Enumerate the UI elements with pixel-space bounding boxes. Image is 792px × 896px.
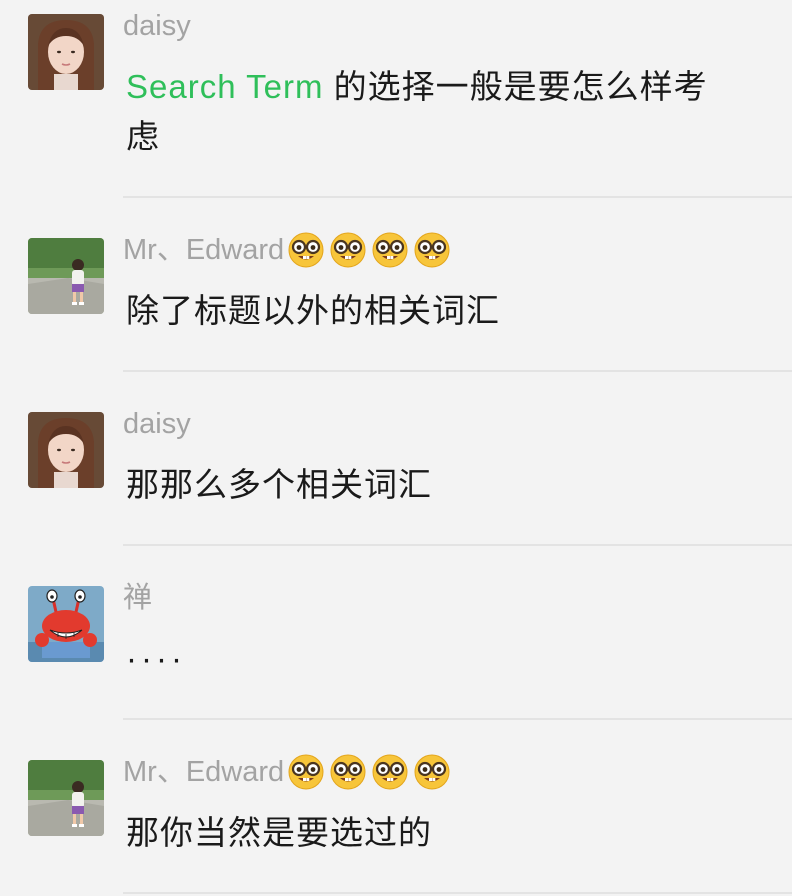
nerd-face-icon — [288, 232, 324, 268]
sender-name: Mr、Edward — [123, 232, 456, 270]
avatar[interactable] — [28, 586, 104, 662]
message-text: 那那么多个相关词汇 — [126, 466, 432, 503]
sender-name: daisy — [123, 408, 191, 440]
child-running-avatar — [28, 238, 104, 314]
message-text: Search Term 的选择一般是要怎么样考虑 — [126, 68, 708, 155]
nerd-face-icon — [372, 232, 408, 268]
nerd-face-icon — [372, 754, 408, 790]
nerd-face-icon — [414, 754, 450, 790]
divider — [123, 544, 792, 546]
avatar[interactable] — [28, 412, 104, 488]
girl-portrait-avatar — [28, 412, 104, 488]
divider — [123, 892, 792, 894]
message-text: ···· — [126, 640, 186, 677]
sender-name: 禅 — [123, 582, 153, 614]
girl-portrait-avatar — [28, 14, 104, 90]
highlighted-term: Search Term — [126, 68, 324, 105]
message-text: 那你当然是要选过的 — [126, 814, 432, 851]
avatar[interactable] — [28, 760, 104, 836]
nerd-face-icon — [414, 232, 450, 268]
sender-name: Mr、Edward — [123, 754, 456, 792]
nerd-face-icon — [330, 232, 366, 268]
message-text: 除了标题以外的相关词汇 — [126, 292, 500, 329]
nerd-face-icon — [330, 754, 366, 790]
sender-name: daisy — [123, 10, 191, 42]
divider — [123, 370, 792, 372]
divider — [123, 196, 792, 198]
child-running-avatar — [28, 760, 104, 836]
avatar[interactable] — [28, 14, 104, 90]
avatar[interactable] — [28, 238, 104, 314]
divider — [123, 718, 792, 720]
nerd-face-icon — [288, 754, 324, 790]
crab-cartoon-avatar — [28, 586, 104, 662]
